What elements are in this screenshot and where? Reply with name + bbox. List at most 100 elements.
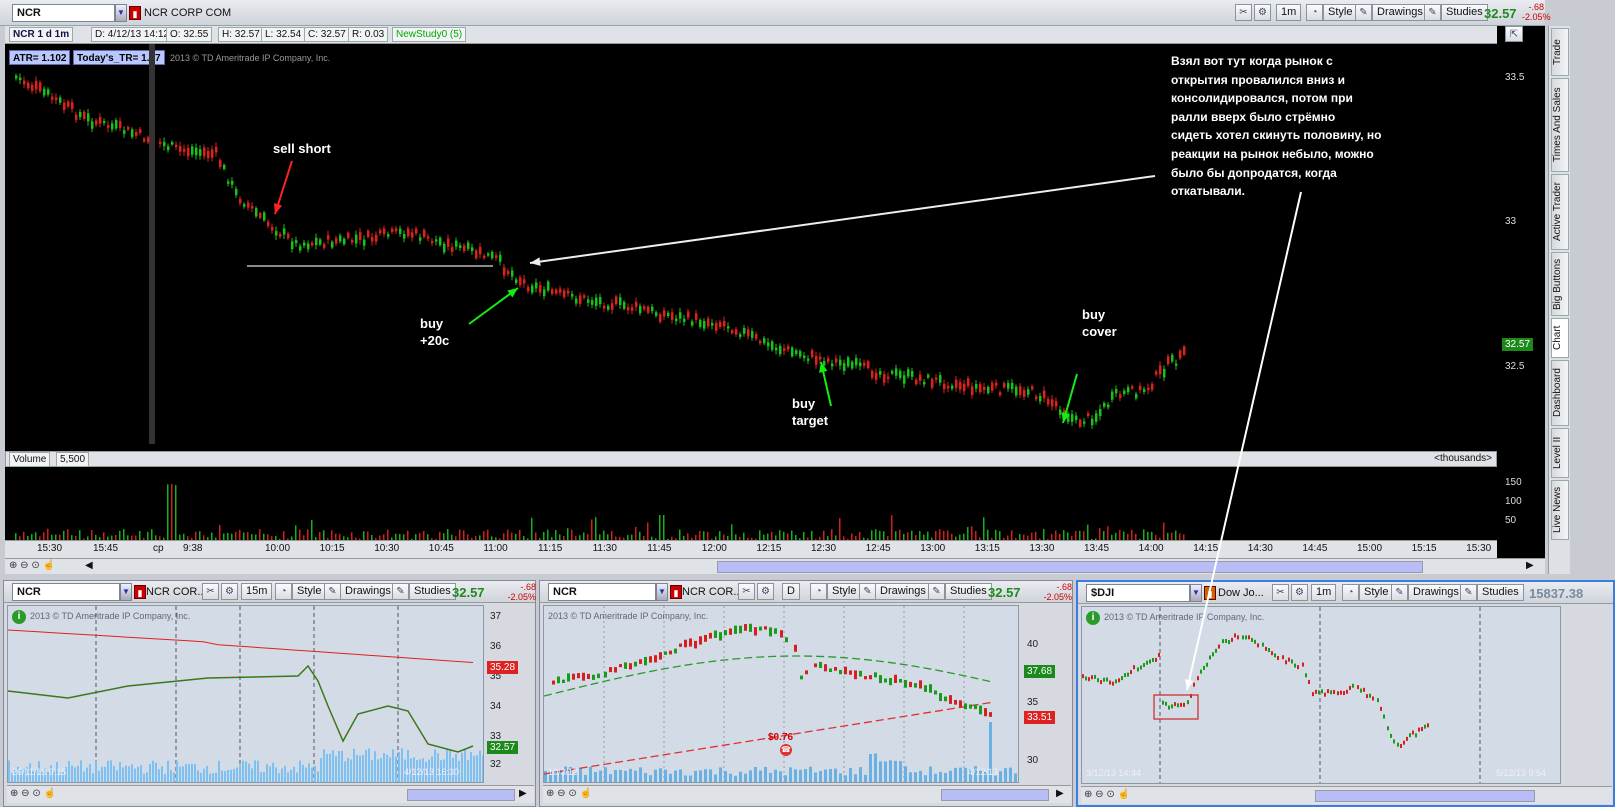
drawings-icon[interactable]: ✎ <box>1355 4 1372 21</box>
expand-icon[interactable]: ⇱ <box>1505 26 1523 42</box>
pane-price-plot[interactable] <box>544 606 1018 782</box>
settings-icon[interactable]: ⚙ <box>1291 584 1308 601</box>
scroll-thumb[interactable] <box>1315 790 1535 802</box>
symbol-input[interactable]: NCR <box>12 583 120 601</box>
time-axis-label: 15:00 <box>1357 543 1383 554</box>
symbol-dropdown-icon[interactable]: ▼ <box>1190 584 1202 602</box>
style-button[interactable]: Style <box>827 583 862 600</box>
symbol-input[interactable]: NCR <box>548 583 656 601</box>
candle-body <box>1179 350 1182 359</box>
zoom-controls[interactable]: ⊕ ⊖ ⊙ ☝ <box>1084 789 1130 800</box>
side-tab-live-news[interactable]: Live News <box>1551 480 1569 540</box>
studies-button[interactable]: Studies <box>409 583 456 600</box>
zoom-controls[interactable]: ⊕ ⊖ ⊙ ☝ <box>9 560 55 571</box>
pane-price-plot[interactable] <box>1082 607 1560 783</box>
side-tab-chart[interactable]: Chart <box>1551 318 1569 358</box>
drawings-button[interactable]: Drawings <box>875 583 931 600</box>
studies-icon[interactable]: ✎ <box>392 583 409 600</box>
studies-icon[interactable]: ✎ <box>1424 4 1441 21</box>
link-group-icon[interactable]: ▮ <box>670 585 682 599</box>
side-tab-big-buttons[interactable]: Big Buttons <box>1551 252 1569 316</box>
drawings-icon[interactable]: ✎ <box>324 583 341 600</box>
zoom-controls[interactable]: ⊕ ⊖ ⊙ ☝ <box>10 788 56 799</box>
drawings-button[interactable]: Drawings <box>1372 4 1428 21</box>
volume-bar <box>964 767 967 782</box>
link-group-icon[interactable]: ▮ <box>1204 586 1216 600</box>
mini-chart-dji[interactable]: $DJI ▼ ▮ Dow Jo... ✂ ⚙ 1m ◔ Style ✎ Draw… <box>1076 580 1615 807</box>
drawings-button[interactable]: Drawings <box>1408 584 1464 601</box>
pane-scrollbar[interactable]: ⊕ ⊖ ⊙ ☝ ▶ <box>543 785 1071 803</box>
style-icon[interactable]: ◔ <box>275 583 292 600</box>
volume-bar <box>248 763 250 782</box>
pane-plot[interactable]: i 2013 © TD Ameritrade IP Company, Inc. … <box>7 605 484 783</box>
style-button[interactable]: Style <box>1323 4 1358 21</box>
symbol-dropdown-icon[interactable]: ▼ <box>656 583 668 601</box>
dividend-icon[interactable]: ☎ <box>780 744 792 756</box>
symbol-dropdown-icon[interactable]: ▼ <box>120 583 132 601</box>
pane-scrollbar[interactable]: ⊕ ⊖ ⊙ ☝ <box>1081 786 1612 804</box>
style-icon[interactable]: ◔ <box>1306 4 1323 21</box>
studies-button[interactable]: Studies <box>1477 584 1524 601</box>
symbol-input[interactable]: NCR <box>12 4 115 22</box>
tools-icon[interactable]: ✂ <box>1235 4 1252 21</box>
side-tab-trade[interactable]: Trade <box>1551 28 1569 76</box>
style-button[interactable]: Style <box>292 583 327 600</box>
info-icon[interactable]: i <box>12 610 26 624</box>
studies-button[interactable]: Studies <box>945 583 992 600</box>
side-tab-times-and-sales[interactable]: Times And Sales <box>1551 78 1569 172</box>
timeframe-button[interactable]: D <box>782 583 800 600</box>
pane-plot[interactable]: 2013 © TD Ameritrade IP Company, Inc. $0… <box>543 605 1019 783</box>
side-tab-dashboard[interactable]: Dashboard <box>1551 360 1569 426</box>
mini-chart-ncr-15m[interactable]: NCR ▼ ▮ NCR COR... ✂ ⚙ 15m ◔ Style ✎ Dra… <box>3 580 536 807</box>
mini-chart-ncr-daily[interactable]: NCR ▼ ▮ NCR COR... ✂ ⚙ D ◔ Style ✎ Drawi… <box>539 580 1073 807</box>
candle-body <box>55 97 58 101</box>
symbol-input[interactable]: $DJI <box>1086 584 1190 602</box>
link-group-icon[interactable]: ▮ <box>134 585 146 599</box>
volume-plot[interactable] <box>5 468 1497 540</box>
side-tab-level-ii[interactable]: Level II <box>1551 428 1569 478</box>
scroll-thumb[interactable] <box>941 789 1049 801</box>
scroll-thumb[interactable] <box>717 561 1423 573</box>
pane-plot[interactable]: i 2013 © TD Ameritrade IP Company, Inc. … <box>1081 606 1561 784</box>
link-group-icon[interactable]: ▮ <box>129 6 141 20</box>
volume-bar <box>351 532 353 540</box>
style-button[interactable]: Style <box>1359 584 1394 601</box>
drawings-button[interactable]: Drawings <box>340 583 396 600</box>
main-chart[interactable]: NCR 1 d 1m D: 4/12/13 14:12 O: 32.55 H: … <box>5 26 1545 574</box>
timeframe-button[interactable]: 1m <box>1311 584 1337 601</box>
studies-button[interactable]: Studies <box>1441 4 1488 21</box>
settings-icon[interactable]: ⚙ <box>1254 4 1271 21</box>
zoom-controls[interactable]: ⊕ ⊖ ⊙ ☝ <box>546 788 592 799</box>
pane-price-plot[interactable] <box>8 606 483 782</box>
drawings-icon[interactable]: ✎ <box>859 583 876 600</box>
settings-icon[interactable]: ⚙ <box>757 583 774 600</box>
style-icon[interactable]: ◔ <box>810 583 827 600</box>
studies-icon[interactable]: ✎ <box>1460 584 1477 601</box>
scroll-right-icon[interactable]: ▶ <box>519 788 527 799</box>
symbol-dropdown-icon[interactable]: ▼ <box>115 4 127 22</box>
scroll-thumb[interactable] <box>407 789 515 801</box>
drawings-icon[interactable]: ✎ <box>1391 584 1408 601</box>
pane-scrollbar[interactable]: ⊕ ⊖ ⊙ ☝ ▶ <box>7 785 534 803</box>
timeframe-button[interactable]: 1m <box>1276 4 1302 21</box>
horizontal-scrollbar[interactable]: ⊕ ⊖ ⊙ ☝ ◀ ▶ <box>5 558 1545 574</box>
timeframe-button[interactable]: 15m <box>241 583 273 600</box>
studies-icon[interactable]: ✎ <box>928 583 945 600</box>
scroll-right-icon[interactable]: ▶ <box>1526 560 1534 571</box>
settings-icon[interactable]: ⚙ <box>221 583 238 600</box>
candle-body <box>1079 419 1082 427</box>
tools-icon[interactable]: ✂ <box>738 583 755 600</box>
scroll-left-icon[interactable]: ◀ <box>85 560 93 571</box>
volume-bar <box>634 770 637 782</box>
tools-icon[interactable]: ✂ <box>202 583 219 600</box>
candle-body <box>823 360 826 366</box>
volume-bar <box>63 530 65 540</box>
style-icon[interactable]: ◔ <box>1342 584 1359 601</box>
side-tab-active-trader[interactable]: Active Trader <box>1551 174 1569 250</box>
time-axis-label: 10:45 <box>428 543 454 554</box>
scroll-right-icon[interactable]: ▶ <box>1056 788 1064 799</box>
study-label[interactable]: NewStudy0 (5) <box>392 27 467 42</box>
volume-bar <box>604 767 607 782</box>
tools-icon[interactable]: ✂ <box>1272 584 1289 601</box>
info-icon[interactable]: i <box>1086 611 1100 625</box>
